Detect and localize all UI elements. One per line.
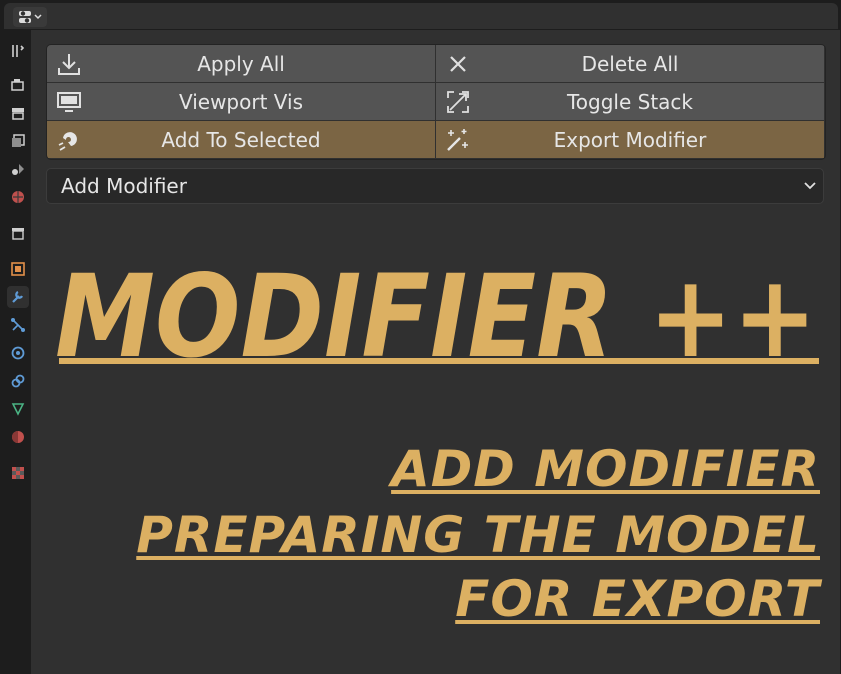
tagline-line-2: PREPARING THE MODEL <box>136 506 820 564</box>
particles-icon[interactable] <box>7 314 29 336</box>
properties-editor-icon <box>19 11 42 23</box>
object-icon[interactable] <box>7 258 29 280</box>
viewport-vis-button[interactable]: Viewport Vis <box>47 83 435 120</box>
add-to-selected-label: Add To Selected <box>161 127 321 152</box>
apply-all-button[interactable]: Apply All <box>47 45 435 82</box>
properties-tabs <box>4 30 31 674</box>
collection-icon[interactable] <box>7 222 29 244</box>
modifier-tools-grid: Apply All Delete All Viewport Vis Toggle… <box>46 44 826 160</box>
addon-logo: MODIFIER ++ <box>55 250 819 380</box>
properties-editor: Apply All Delete All Viewport Vis Toggle… <box>0 0 841 674</box>
scene-icon[interactable] <box>7 158 29 180</box>
export-modifier-button[interactable]: Export Modifier <box>436 121 824 158</box>
data-icon[interactable] <box>7 398 29 420</box>
add-modifier-dropdown[interactable]: Add Modifier <box>46 168 824 204</box>
expand-icon <box>447 91 469 113</box>
modifier-panel: Apply All Delete All Viewport Vis Toggle… <box>31 30 840 674</box>
toggle-stack-label: Toggle Stack <box>566 89 694 114</box>
chevron-down-icon <box>804 182 816 190</box>
world-icon[interactable] <box>7 186 29 208</box>
add-modifier-label: Add Modifier <box>61 174 187 198</box>
add-to-selected-button[interactable]: Add To Selected <box>47 121 435 158</box>
magnet-icon <box>58 132 77 151</box>
render-icon[interactable] <box>7 74 29 96</box>
physics-icon[interactable] <box>7 342 29 364</box>
view-layer-icon[interactable] <box>7 130 29 152</box>
viewport-vis-label: Viewport Vis <box>178 89 304 114</box>
modifier-icon[interactable] <box>7 286 29 308</box>
material-icon[interactable] <box>7 426 29 448</box>
export-modifier-label: Export Modifier <box>553 127 707 152</box>
toggle-stack-button[interactable]: Toggle Stack <box>436 83 824 120</box>
tool-icon[interactable] <box>7 40 29 62</box>
output-icon[interactable] <box>7 102 29 124</box>
delete-all-button[interactable]: Delete All <box>436 45 824 82</box>
close-icon <box>450 56 466 72</box>
download-icon <box>58 54 80 75</box>
monitor-icon <box>57 92 81 112</box>
delete-all-label: Delete All <box>581 51 679 76</box>
tagline-line-3: FOR EXPORT <box>455 570 820 628</box>
texture-icon[interactable] <box>7 462 29 484</box>
constraints-icon[interactable] <box>7 370 29 392</box>
editor-header <box>4 3 838 29</box>
tagline-line-1: ADD MODIFIER <box>391 440 820 498</box>
editor-type-dropdown[interactable] <box>13 7 47 27</box>
apply-all-label: Apply All <box>197 51 285 76</box>
magic-wand-icon <box>447 129 468 151</box>
